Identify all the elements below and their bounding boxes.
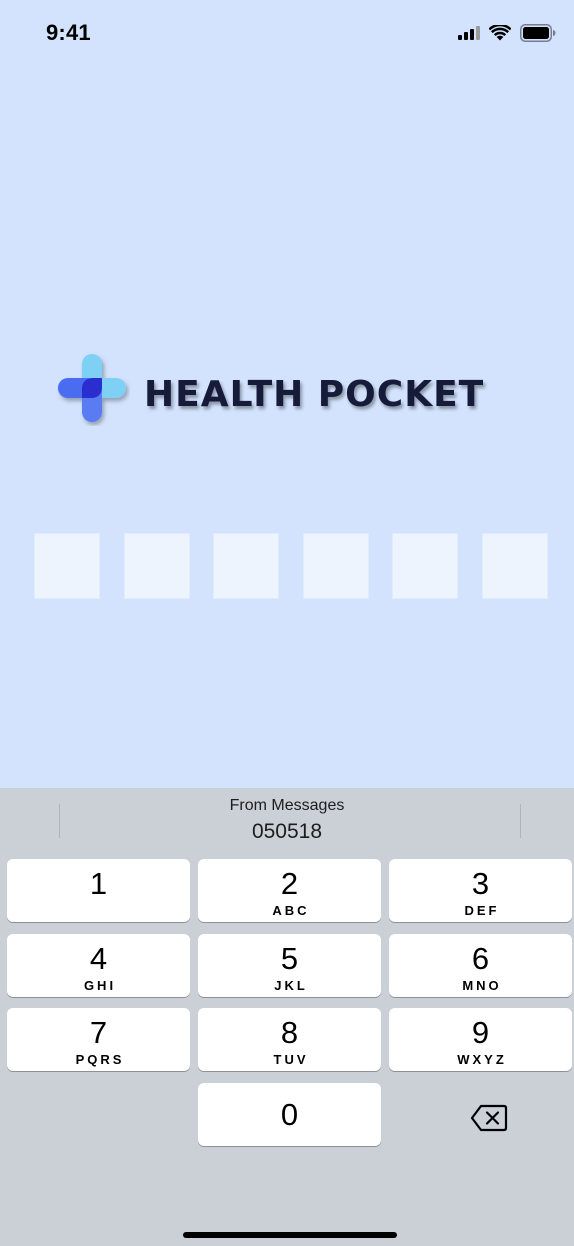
key-digit: 4 bbox=[89, 941, 108, 976]
key-digit: 9 bbox=[471, 1015, 490, 1050]
key-3[interactable]: 3 DEF bbox=[389, 859, 572, 922]
autofill-suggestion[interactable]: From Messages 050518 bbox=[0, 788, 574, 848]
key-7[interactable]: 7 PQRS bbox=[7, 1008, 190, 1071]
app-logo: HEALTH POCKET bbox=[56, 352, 526, 432]
key-5[interactable]: 5 JKL bbox=[198, 934, 381, 997]
key-digit: 6 bbox=[471, 941, 490, 976]
key-digit: 5 bbox=[280, 941, 299, 976]
key-digit: 0 bbox=[280, 1097, 299, 1132]
key-digit: 7 bbox=[89, 1015, 108, 1050]
key-letters: ABC bbox=[272, 903, 310, 918]
suggestion-content[interactable]: From Messages 050518 bbox=[0, 797, 574, 847]
key-1[interactable]: 1 bbox=[7, 859, 190, 922]
battery-icon bbox=[520, 24, 556, 42]
key-letters: WXYZ bbox=[457, 1052, 507, 1067]
key-8[interactable]: 8 TUV bbox=[198, 1008, 381, 1071]
key-letters: TUV bbox=[273, 1052, 309, 1067]
numeric-keyboard: From Messages 050518 1 2 ABC 3 DEF 4 GHI… bbox=[0, 788, 574, 1246]
key-letters: JKL bbox=[274, 978, 308, 993]
key-letters: PQRS bbox=[75, 1052, 125, 1067]
otp-input-group bbox=[34, 533, 549, 599]
app-title: HEALTH POCKET bbox=[144, 374, 485, 415]
otp-digit-box[interactable] bbox=[34, 533, 100, 599]
status-time: 9:41 bbox=[46, 20, 91, 45]
key-4[interactable]: 4 GHI bbox=[7, 934, 190, 997]
wifi-icon bbox=[489, 25, 511, 41]
key-letters: GHI bbox=[83, 978, 117, 993]
key-digit: 2 bbox=[280, 866, 299, 901]
key-digit: 1 bbox=[89, 866, 108, 901]
otp-digit-box[interactable] bbox=[392, 533, 458, 599]
key-letters: MNO bbox=[462, 978, 502, 993]
suggestion-divider bbox=[520, 804, 521, 838]
key-2[interactable]: 2 ABC bbox=[198, 859, 381, 922]
otp-digit-box[interactable] bbox=[124, 533, 190, 599]
home-indicator[interactable] bbox=[183, 1232, 397, 1238]
status-icons bbox=[458, 24, 556, 42]
key-digit: 3 bbox=[471, 866, 490, 901]
delete-key[interactable] bbox=[470, 1104, 508, 1132]
otp-digit-box[interactable] bbox=[303, 533, 369, 599]
backspace-icon bbox=[470, 1104, 508, 1132]
otp-digit-box[interactable] bbox=[482, 533, 548, 599]
medical-cross-icon bbox=[58, 354, 126, 422]
key-6[interactable]: 6 MNO bbox=[389, 934, 572, 997]
cellular-signal-icon bbox=[458, 26, 480, 40]
status-bar: 9:41 bbox=[0, 0, 574, 68]
key-letters: DEF bbox=[464, 903, 500, 918]
suggestion-source: From Messages bbox=[229, 797, 345, 814]
suggestion-code[interactable]: 050518 bbox=[0, 817, 574, 847]
key-9[interactable]: 9 WXYZ bbox=[389, 1008, 572, 1071]
key-digit: 8 bbox=[280, 1015, 299, 1050]
otp-digit-box[interactable] bbox=[213, 533, 279, 599]
key-0[interactable]: 0 bbox=[198, 1083, 381, 1146]
